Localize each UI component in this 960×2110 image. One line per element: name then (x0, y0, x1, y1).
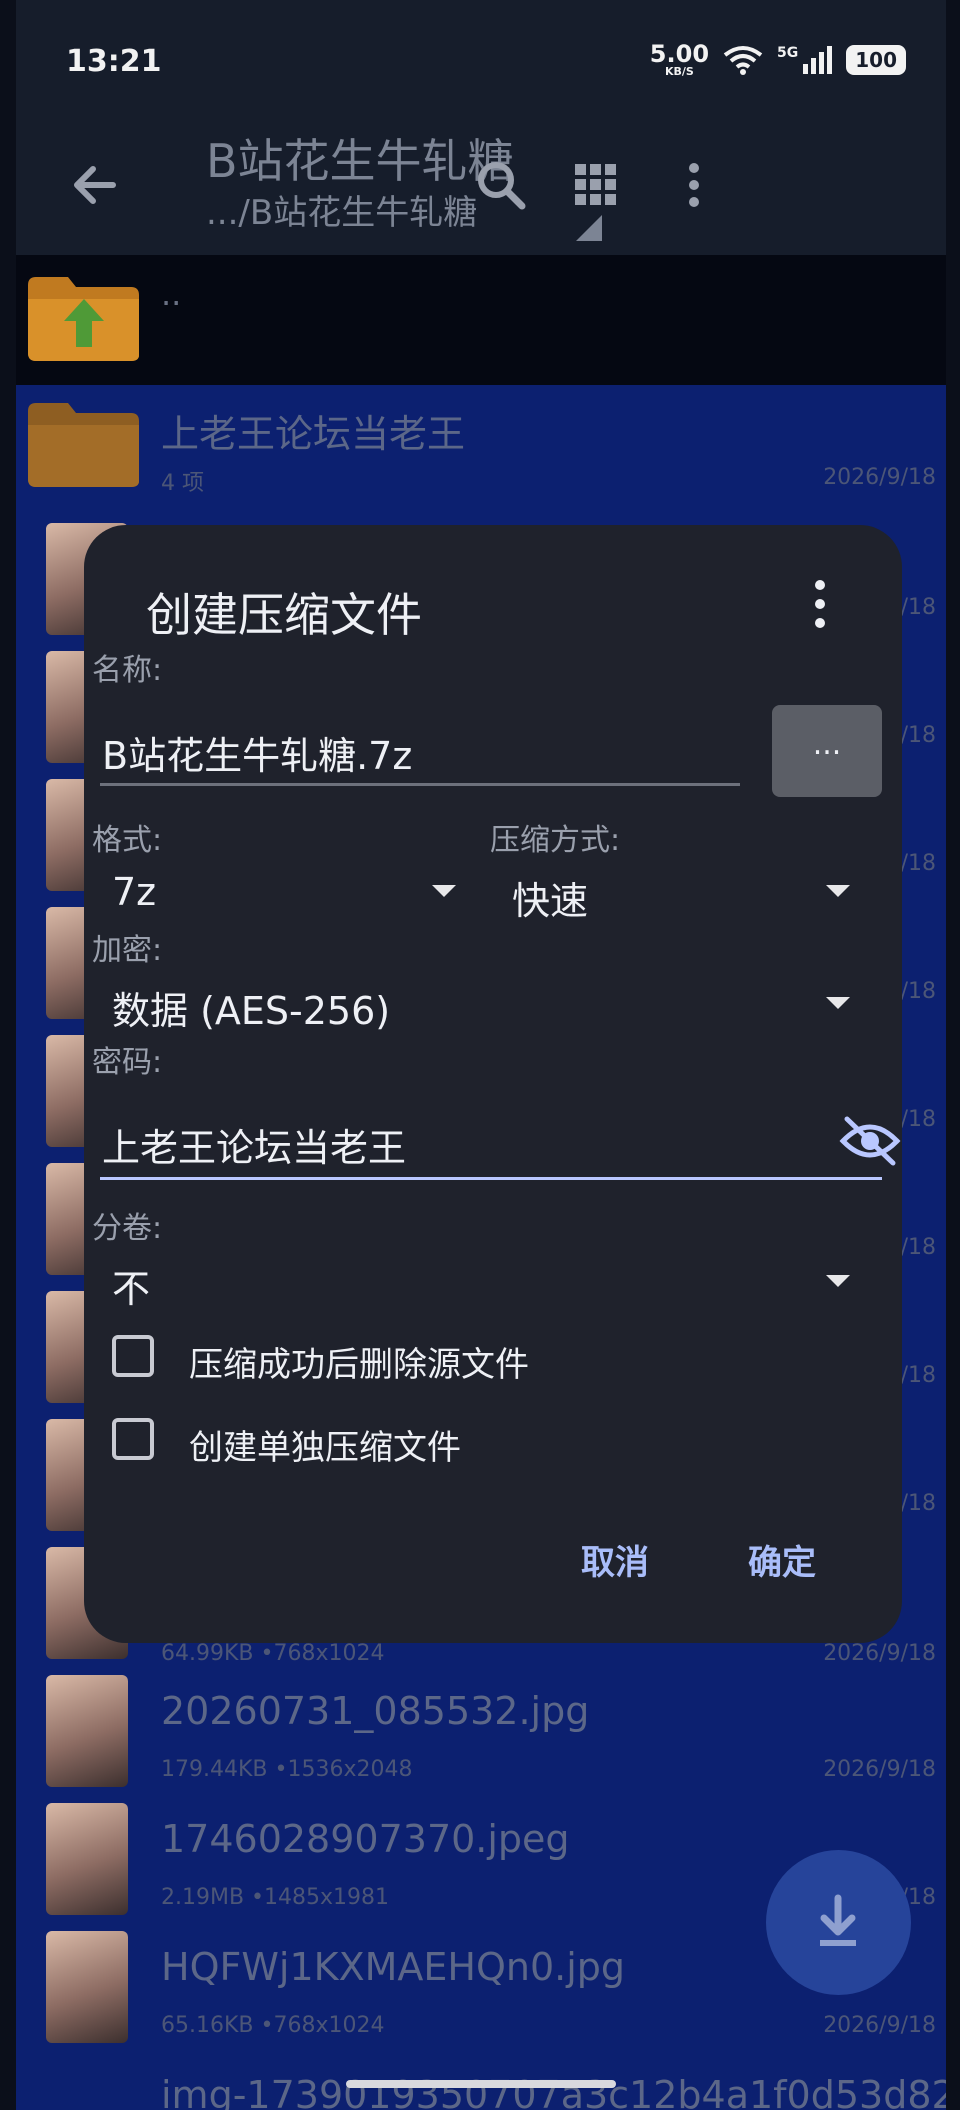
file-meta: 64.99KB •768x1024 (161, 1641, 385, 1666)
network-type: 5G (777, 44, 799, 61)
name-label: 名称: (92, 653, 163, 688)
file-date: 2026/9/18 (823, 2013, 936, 2038)
file-name: HQFWj1KXMAEHQn0.jpg (161, 1945, 626, 1989)
search-icon[interactable] (466, 150, 536, 220)
network-speed-value: 5.00 (649, 40, 710, 68)
archive-name-input[interactable]: B站花生牛轧糖.7z (102, 725, 412, 780)
compression-value: 快速 (512, 879, 589, 923)
signal-icon (803, 45, 833, 74)
format-dropdown-icon (432, 885, 456, 897)
file-date: 2026/9/18 (823, 1641, 936, 1666)
delete-source-checkbox[interactable] (112, 1335, 154, 1377)
file-dims: 768x1024 (273, 2013, 385, 2038)
battery-level: 100 (846, 44, 906, 75)
top-toolbar: B站花生牛轧糖 .../B站花生牛轧糖 (16, 115, 946, 255)
grid-view-icon[interactable] (561, 150, 631, 220)
network-speed-unit: KB/S (664, 65, 694, 78)
parent-folder-label: .. (161, 275, 182, 313)
file-date: 2026/9/18 (823, 1757, 936, 1782)
password-label: 密码: (92, 1045, 163, 1080)
list-item-folder[interactable]: 上老王论坛当老王 4 项 2026/9/18 (16, 385, 946, 510)
split-label: 分卷: (92, 1211, 163, 1246)
ok-button[interactable]: 确定 (748, 1535, 816, 1584)
file-dims: 1485x1981 (264, 1885, 390, 1910)
app-frame: 13:21 5.00 KB/S 5G 100 B站花生牛轧糖 .../B站花生牛… (16, 0, 946, 2110)
encryption-dropdown-icon (826, 997, 850, 1009)
split-value: 不 (112, 1267, 151, 1311)
wifi-icon (723, 45, 763, 75)
file-size: 2.19MB (161, 1885, 245, 1910)
image-thumbnail (46, 1803, 128, 1915)
password-underline (100, 1177, 882, 1180)
file-dims: 1536x2048 (287, 1757, 413, 1782)
file-size: 64.99KB (161, 1641, 254, 1666)
format-label: 格式: (92, 823, 163, 858)
network-speed: 5.00 KB/S (650, 42, 709, 77)
image-thumbnail (46, 1931, 128, 2043)
file-size: 179.44KB (161, 1757, 268, 1782)
file-size: 65.16KB (161, 2013, 254, 2038)
separate-archives-label: 创建单独压缩文件 (189, 1428, 461, 1468)
gesture-nav-bar[interactable] (346, 2080, 616, 2088)
file-dims: 768x1024 (273, 1641, 385, 1666)
download-icon (820, 1894, 856, 1946)
archive-name-underline (100, 783, 740, 786)
browse-button[interactable]: ... (772, 705, 882, 797)
file-meta: 2.19MB •1485x1981 (161, 1885, 390, 1910)
encryption-value: 数据 (AES-256) (112, 989, 391, 1033)
delete-source-label: 压缩成功后删除源文件 (189, 1345, 529, 1385)
folder-up-icon (28, 277, 139, 361)
format-value: 7z (112, 870, 157, 914)
status-bar: 13:21 5.00 KB/S 5G 100 (16, 0, 946, 115)
split-dropdown-icon (826, 1275, 850, 1287)
status-time: 13:21 (66, 44, 162, 79)
folder-icon (28, 403, 139, 487)
parent-folder-row[interactable]: .. (16, 255, 946, 385)
folder-path[interactable]: .../B站花生牛轧糖 (206, 185, 477, 234)
back-arrow-icon[interactable] (61, 150, 131, 220)
password-input[interactable]: 上老王论坛当老王 (102, 1117, 406, 1172)
dialog-title: 创建压缩文件 (146, 588, 422, 642)
list-item[interactable]: 20260731_085532.jpg 179.44KB •1536x2048 … (16, 1667, 946, 1795)
folder-meta: 4 项 (161, 471, 204, 496)
hide-password-eye-icon[interactable] (839, 1115, 901, 1167)
folder-name: 上老王论坛当老王 (161, 412, 466, 456)
image-thumbnail (46, 1675, 128, 1787)
file-name: 1746028907370.jpeg (161, 1817, 570, 1861)
status-icons: 5.00 KB/S 5G 100 (650, 42, 906, 77)
file-name: 20260731_085532.jpg (161, 1689, 590, 1733)
file-meta: 65.16KB •768x1024 (161, 2013, 385, 2038)
separate-archives-checkbox[interactable] (112, 1418, 154, 1460)
encryption-label: 加密: (92, 933, 163, 968)
compression-dropdown-icon (826, 885, 850, 897)
file-meta: 179.44KB •1536x2048 (161, 1757, 413, 1782)
folder-date: 2026/9/18 (823, 465, 936, 490)
dialog-more-icon[interactable] (808, 579, 832, 629)
compression-label: 压缩方式: (490, 823, 621, 858)
create-archive-dialog: 创建压缩文件 名称: B站花生牛轧糖.7z ... 格式: 7z 压缩方式: 快… (84, 525, 902, 1643)
extract-fab[interactable] (766, 1850, 911, 1995)
more-vert-icon[interactable] (659, 150, 729, 220)
file-name: img-1739019350707a3c12b4a1f0d53d823 (161, 2073, 946, 2110)
cancel-button[interactable]: 取消 (581, 1535, 649, 1584)
